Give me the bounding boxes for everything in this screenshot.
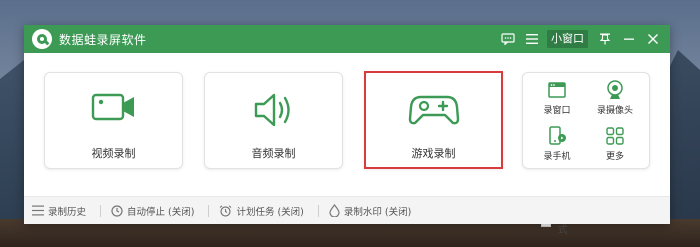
- close-icon[interactable]: [642, 28, 664, 50]
- title-controls: 小窗口: [495, 25, 670, 53]
- more-button[interactable]: 更多: [590, 125, 640, 165]
- watermark-drop-icon: [329, 204, 340, 217]
- schedule-button[interactable]: 计划任务 (关闭): [219, 204, 304, 218]
- record-window-button[interactable]: 录窗口: [532, 79, 582, 119]
- speaker-icon: [205, 89, 342, 131]
- watermark-label: 录制水印 (关闭): [343, 206, 412, 218]
- webcam-icon: [590, 79, 640, 101]
- divider: [317, 204, 319, 217]
- audio-record-label: 音频录制: [251, 147, 296, 160]
- pin-icon[interactable]: [594, 28, 616, 50]
- menu-icon[interactable]: [521, 28, 543, 50]
- clock-icon: [111, 204, 123, 217]
- minimize-icon[interactable]: [618, 28, 640, 50]
- grid-icon: [590, 125, 640, 147]
- app-window: 数据蛙录屏软件 小窗口 视频录制 音频录制 游戏录制 录窗口 录摄像头 录手机 …: [24, 25, 670, 236]
- gamepad-icon: [366, 89, 501, 131]
- video-record-label: 视频录制: [91, 147, 136, 160]
- schedule-label: 计划任务 (关闭): [236, 206, 304, 218]
- game-record-label: 游戏录制: [411, 147, 456, 160]
- record-webcam-button[interactable]: 录摄像头: [590, 79, 640, 119]
- auto-stop-button[interactable]: 自动停止 (关闭): [111, 204, 194, 218]
- record-webcam-label: 录摄像头: [596, 106, 633, 116]
- list-icon: [32, 205, 44, 216]
- app-title: 数据蛙录屏软件: [59, 32, 147, 47]
- record-phone-label: 录手机: [543, 152, 571, 162]
- video-record-card[interactable]: 视频录制: [44, 72, 183, 169]
- bottom-bar: 录制历史 自动停止 (关闭) 计划任务 (关闭) 录制水印 (关闭): [24, 196, 670, 224]
- record-phone-button[interactable]: 录手机: [532, 125, 582, 165]
- window-icon: [532, 79, 582, 101]
- mini-window-button[interactable]: 小窗口: [547, 30, 588, 48]
- game-record-card[interactable]: 游戏录制: [364, 71, 503, 169]
- watermark-button[interactable]: 录制水印 (关闭): [329, 204, 411, 218]
- history-label: 录制历史: [48, 206, 87, 218]
- main-content: 视频录制 音频录制 游戏录制 录窗口 录摄像头 录手机 更多 式 录制历史 自动…: [24, 53, 670, 236]
- phone-icon: [532, 125, 582, 147]
- more-label: 更多: [605, 152, 624, 162]
- history-button[interactable]: 录制历史: [32, 204, 86, 218]
- title-bar: 数据蛙录屏软件 小窗口: [24, 25, 670, 53]
- auto-stop-label: 自动停止 (关闭): [127, 206, 195, 218]
- divider: [100, 204, 102, 217]
- record-window-label: 录窗口: [543, 106, 571, 116]
- app-logo-icon: [32, 29, 52, 49]
- audio-record-card[interactable]: 音频录制: [204, 72, 343, 169]
- divider: [208, 204, 210, 217]
- alarm-icon: [220, 204, 232, 217]
- video-camera-icon: [45, 89, 182, 131]
- feedback-icon[interactable]: [497, 28, 519, 50]
- tools-panel: 录窗口 录摄像头 录手机 更多: [522, 72, 650, 169]
